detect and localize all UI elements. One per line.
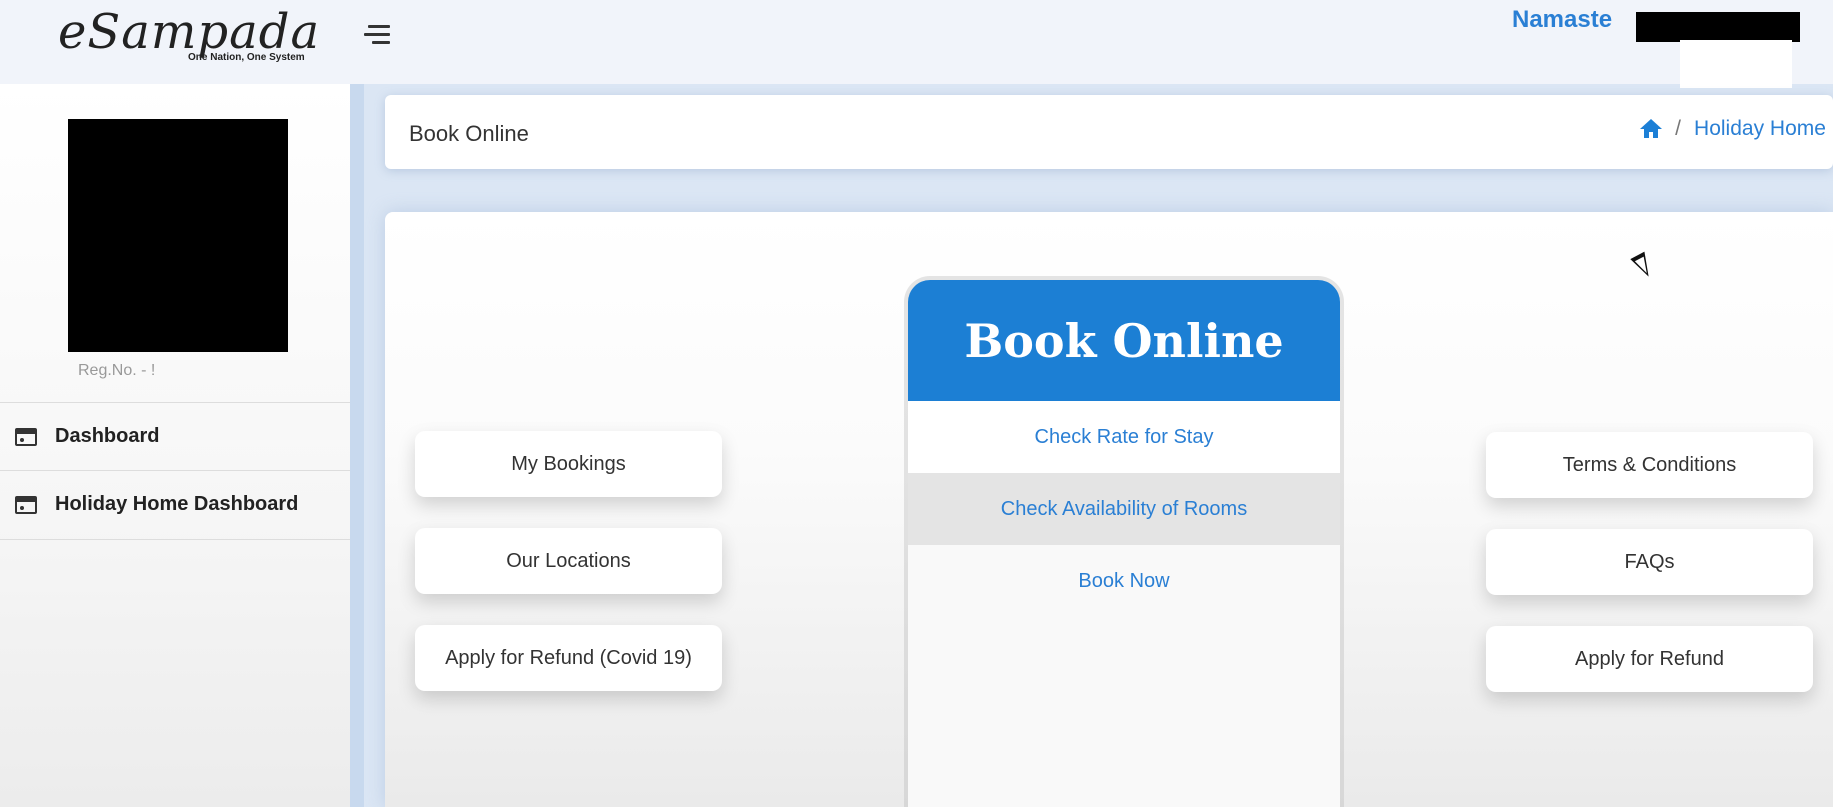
avatar xyxy=(68,119,288,352)
esampada-logo[interactable]: eSampada One Nation, One System xyxy=(58,4,328,74)
greeting-text: Namaste xyxy=(1512,6,1613,33)
logo-tagline: One Nation, One System xyxy=(188,52,305,63)
dashboard-icon xyxy=(15,428,37,446)
breadcrumb-holiday-home[interactable]: Holiday Home xyxy=(1694,117,1826,140)
faqs-button[interactable]: FAQs xyxy=(1486,529,1813,595)
home-icon[interactable] xyxy=(1640,119,1662,139)
my-bookings-button[interactable]: My Bookings xyxy=(415,431,722,497)
dashboard-icon xyxy=(15,496,37,514)
page-header: Book Online / Holiday Home xyxy=(385,95,1833,169)
terms-conditions-button[interactable]: Terms & Conditions xyxy=(1486,432,1813,498)
registration-number: Reg.No. - ! xyxy=(78,362,156,379)
redacted-user-name xyxy=(1636,12,1800,42)
top-bar: eSampada One Nation, One System Namaste xyxy=(0,0,1833,88)
check-availability-link[interactable]: Check Availability of Rooms xyxy=(908,473,1340,545)
sidebar-item-label: Dashboard xyxy=(55,425,160,447)
page-title: Book Online xyxy=(409,121,529,146)
sidebar: Reg.No. - ! Dashboard Holiday Home Dashb… xyxy=(0,84,350,807)
book-online-header: Book Online xyxy=(908,280,1340,401)
breadcrumb: / Holiday Home xyxy=(1640,117,1826,141)
our-locations-button[interactable]: Our Locations xyxy=(415,528,722,594)
book-online-title: Book Online xyxy=(964,313,1284,368)
menu-toggle-icon[interactable] xyxy=(362,22,392,48)
book-online-card: Book Online Check Rate for Stay Check Av… xyxy=(908,280,1340,807)
sidebar-item-holiday-home-dashboard[interactable]: Holiday Home Dashboard xyxy=(0,470,350,540)
book-now-link[interactable]: Book Now xyxy=(908,545,1340,617)
check-rate-link[interactable]: Check Rate for Stay xyxy=(908,401,1340,473)
main-edge xyxy=(350,84,364,807)
sidebar-item-label: Holiday Home Dashboard xyxy=(55,493,299,515)
sidebar-item-dashboard[interactable]: Dashboard xyxy=(0,402,350,471)
apply-refund-covid-button[interactable]: Apply for Refund (Covid 19) xyxy=(415,625,722,691)
header-blank-area xyxy=(1680,40,1792,88)
apply-refund-button[interactable]: Apply for Refund xyxy=(1486,626,1813,692)
